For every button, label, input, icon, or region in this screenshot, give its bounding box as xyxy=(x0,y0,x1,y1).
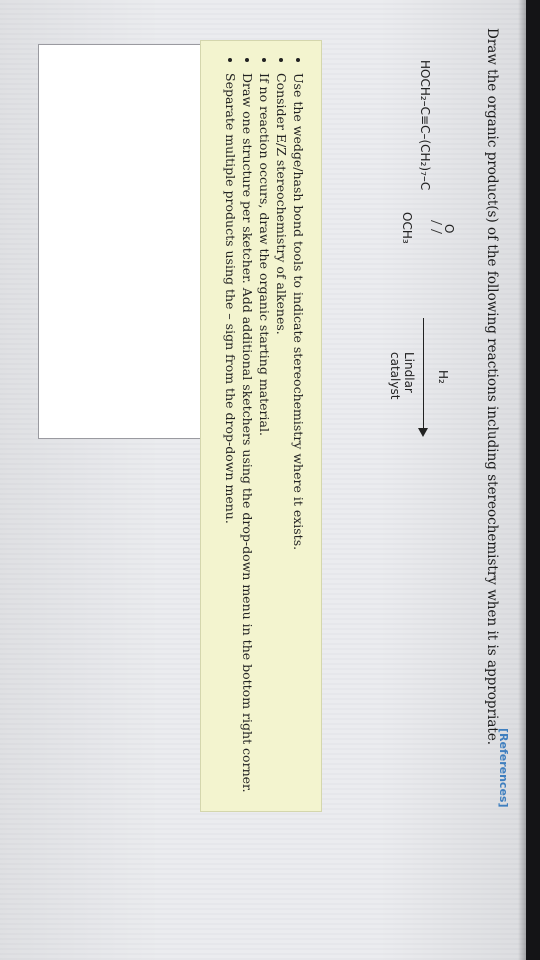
carbonyl-double-bond xyxy=(431,219,442,235)
question-prompt: Draw the organic product(s) of the follo… xyxy=(484,28,500,746)
copy-button[interactable]: C xyxy=(289,216,307,234)
reaction-arrow xyxy=(418,318,428,438)
bracket-icon[interactable] xyxy=(264,377,282,395)
canvas-dot xyxy=(249,230,255,236)
reagent-hydrogen: H₂ xyxy=(436,370,450,384)
hand-icon[interactable] xyxy=(289,55,307,73)
lasso-icon[interactable] xyxy=(289,78,307,96)
charge-dropdown-icon[interactable] xyxy=(264,124,282,142)
atom-dropdown-icon[interactable] xyxy=(264,78,282,96)
atom-c-icon[interactable]: C xyxy=(264,55,282,73)
zoom-in-icon[interactable] xyxy=(289,170,307,188)
double-bond-icon[interactable] xyxy=(264,216,282,234)
ring-dropdown-icon[interactable] xyxy=(264,354,282,372)
wedge-bond-icon[interactable] xyxy=(264,170,282,188)
triple-bond-icon[interactable] xyxy=(264,239,282,257)
bond-dropdown-icon[interactable] xyxy=(264,262,282,280)
pentagon-icon[interactable] xyxy=(264,331,282,349)
carbonyl-oxygen: O xyxy=(442,224,456,234)
single-bond-icon[interactable] xyxy=(264,147,282,165)
eraser-icon[interactable] xyxy=(289,124,307,142)
sketcher-toolbar: C P C xyxy=(259,55,307,285)
arrow-icon[interactable] xyxy=(289,147,307,165)
structure-sketcher[interactable]: C P C ⊕ ⬡ [] ? xyxy=(38,44,312,439)
copy-label: C xyxy=(293,221,304,229)
charge-icon[interactable] xyxy=(264,101,282,119)
question-page: [References] Draw the organic product(s)… xyxy=(0,0,540,960)
reactant-formula: HOCH₂–C≡C–(CH₂)₇–C xyxy=(418,60,432,191)
reaction-scheme: HOCH₂–C≡C–(CH₂)₇–C O OCH₃ H₂ Lindlar cat… xyxy=(388,60,470,437)
paste-label: P xyxy=(293,244,304,252)
toolbar-row-top: C P xyxy=(289,55,307,262)
paste-button[interactable]: P xyxy=(289,239,307,257)
hash-bond-icon[interactable] xyxy=(264,193,282,211)
methoxy-group: OCH₃ xyxy=(400,212,414,244)
pencil-icon[interactable] xyxy=(289,101,307,119)
hexagon-icon[interactable] xyxy=(264,308,282,326)
help-button[interactable]: ? xyxy=(283,355,299,371)
ring-icon[interactable] xyxy=(264,285,282,303)
reagent-catalyst: Lindlar catalyst xyxy=(388,352,416,400)
toolbar-row-bottom: C xyxy=(264,55,282,400)
zoom-out-icon[interactable] xyxy=(289,193,307,211)
